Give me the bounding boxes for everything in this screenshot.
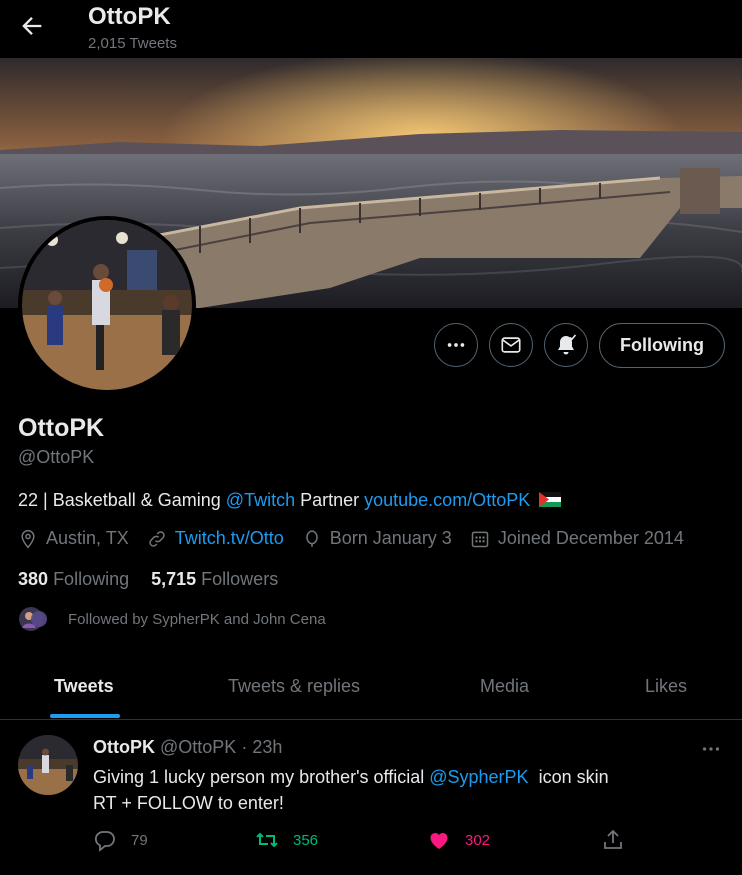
- tweet-line-2: RT + FOLLOW to enter!: [93, 793, 284, 813]
- bell-check-icon: [558, 334, 577, 355]
- tweet-text-prefix: Giving 1 lucky person my brother's offic…: [93, 767, 430, 787]
- follow-stats: 380 Following 5,715 Followers: [18, 569, 278, 590]
- avatar-image: [22, 220, 192, 390]
- following-button[interactable]: Following: [599, 323, 725, 368]
- tweet[interactable]: OttoPK @OttoPK · 23h Giving 1 lucky pers…: [0, 720, 742, 875]
- envelope-icon: [501, 337, 521, 353]
- followed-by-text: Followed by SypherPK and John Cena: [68, 610, 326, 628]
- reply-count: 79: [131, 831, 148, 849]
- profile-avatar[interactable]: [18, 216, 196, 394]
- joined-text: Joined December 2014: [497, 528, 684, 548]
- location-text: Austin, TX: [46, 528, 129, 548]
- profile-tabs: Tweets Tweets & replies Media Likes: [0, 660, 742, 720]
- retweet-icon: [256, 832, 278, 848]
- website-item: Twitch.tv/Otto: [147, 528, 284, 549]
- tab-tweets[interactable]: Tweets: [54, 676, 114, 697]
- bio-text: 22 | Basketball & Gaming: [18, 490, 226, 510]
- avatar-image: [18, 735, 78, 795]
- following-label: Following: [53, 569, 130, 589]
- balloon-icon: [306, 529, 318, 547]
- back-button[interactable]: [18, 12, 46, 40]
- like-button[interactable]: 302: [427, 828, 490, 852]
- more-horizontal-icon: [702, 747, 720, 751]
- palestine-flag-icon: [539, 492, 562, 507]
- notifications-button[interactable]: [544, 323, 588, 367]
- follower-avatar: [19, 607, 47, 631]
- more-button[interactable]: [434, 323, 478, 367]
- page-title: OttoPK: [88, 3, 171, 30]
- retweet-count: 356: [293, 831, 319, 849]
- avatar: [22, 220, 192, 390]
- calendar-icon: [471, 531, 489, 547]
- tweet-separator: ·: [236, 737, 253, 757]
- bio-mention-link[interactable]: @Twitch: [226, 490, 295, 510]
- location-item: Austin, TX: [18, 528, 129, 549]
- followed-by-avatars: [18, 606, 50, 632]
- profile-meta: Austin, TX Twitch.tv/Otto Born January 3…: [18, 528, 702, 549]
- followed-by[interactable]: Followed by SypherPK and John Cena: [18, 606, 326, 632]
- website-link[interactable]: Twitch.tv/Otto: [175, 528, 284, 549]
- bio-youtube-link[interactable]: youtube.com/OttoPK: [364, 490, 530, 510]
- tab-tweets-replies[interactable]: Tweets & replies: [228, 676, 360, 697]
- reply-icon: [94, 831, 115, 852]
- reply-button[interactable]: 79: [93, 828, 148, 852]
- following-count: 380: [18, 569, 49, 589]
- tweet-time[interactable]: 23h: [252, 737, 282, 757]
- profile-bio: 22 | Basketball & Gaming @Twitch Partner…: [18, 490, 562, 511]
- tweet-count: 2,015 Tweets: [88, 35, 177, 52]
- tweet-actions: 79 356 302: [0, 828, 742, 854]
- birthday-text: Born January 3: [329, 528, 452, 548]
- tweet-avatar[interactable]: [18, 735, 78, 795]
- bio-text-middle: Partner: [295, 490, 365, 510]
- tweet-author[interactable]: OttoPK: [93, 737, 155, 757]
- link-icon: [149, 530, 165, 547]
- following-link[interactable]: 380 Following: [18, 569, 129, 589]
- share-icon: [604, 829, 622, 849]
- arrow-left-icon: [22, 17, 42, 35]
- followers-link[interactable]: 5,715 Followers: [151, 569, 278, 589]
- heart-icon: [430, 833, 448, 849]
- tweet-handle[interactable]: @OttoPK: [160, 737, 236, 757]
- birthday-item: Born January 3: [302, 528, 452, 549]
- tweet-more-button[interactable]: [700, 738, 722, 765]
- share-button[interactable]: [601, 828, 639, 852]
- retweet-button[interactable]: 356: [255, 828, 318, 852]
- tab-media[interactable]: Media: [480, 676, 529, 697]
- tab-likes[interactable]: Likes: [645, 676, 687, 697]
- more-horizontal-icon: [447, 343, 465, 347]
- profile-name: OttoPK: [18, 414, 105, 442]
- tweet-text-suffix: icon skin: [528, 767, 609, 787]
- active-tab-indicator: [50, 714, 120, 718]
- location-pin-icon: [21, 529, 35, 548]
- tweet-line-1: Giving 1 lucky person my brother's offic…: [93, 764, 609, 790]
- like-count: 302: [465, 831, 491, 849]
- tweet-header: OttoPK @OttoPK · 23h: [93, 737, 282, 758]
- message-button[interactable]: [489, 323, 533, 367]
- joined-item: Joined December 2014: [470, 528, 684, 549]
- top-bar: OttoPK 2,015 Tweets: [0, 0, 742, 58]
- tweet-text: Giving 1 lucky person my brother's offic…: [93, 764, 609, 816]
- profile-handle: @OttoPK: [18, 447, 95, 467]
- followers-count: 5,715: [151, 569, 197, 589]
- tweet-mention-link[interactable]: @SypherPK: [429, 767, 528, 787]
- followers-label: Followers: [201, 569, 279, 589]
